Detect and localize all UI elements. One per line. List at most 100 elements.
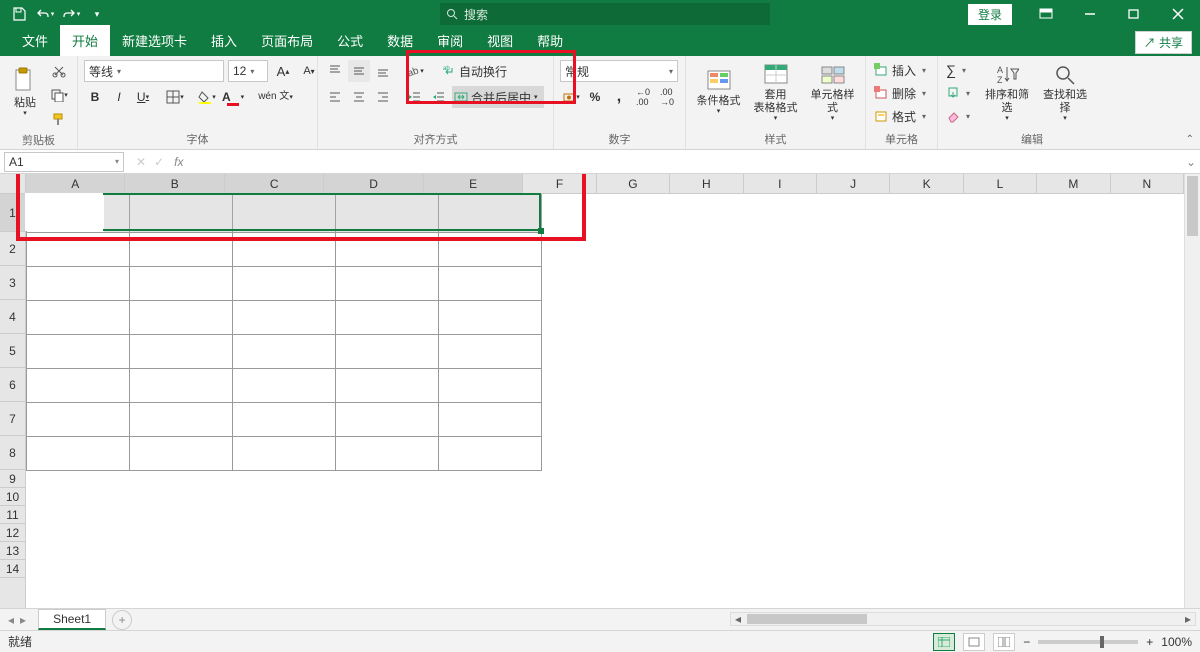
format-as-table-button[interactable]: 套用 表格格式▾ [749, 60, 802, 126]
col-header-I[interactable]: I [744, 174, 817, 193]
cell[interactable] [130, 301, 233, 335]
col-header-H[interactable]: H [670, 174, 743, 193]
row-header-7[interactable]: 7 [0, 402, 25, 436]
qat-customize-icon[interactable]: ▾ [86, 3, 108, 25]
cell[interactable] [439, 301, 542, 335]
align-top-icon[interactable] [324, 60, 346, 82]
search-box[interactable]: 搜索 [440, 3, 770, 25]
add-sheet-button[interactable]: + [112, 610, 132, 630]
underline-button[interactable]: U▾ [132, 86, 154, 108]
cell[interactable] [336, 369, 439, 403]
align-middle-icon[interactable] [348, 60, 370, 82]
tab-file[interactable]: 文件 [10, 25, 60, 56]
col-header-D[interactable]: D [324, 174, 423, 193]
row-header-11[interactable]: 11 [0, 506, 25, 524]
col-header-K[interactable]: K [890, 174, 963, 193]
vertical-scrollbar[interactable] [1184, 174, 1200, 608]
save-icon[interactable] [8, 3, 30, 25]
number-format-combo[interactable]: 常规▾ [560, 60, 678, 82]
login-button[interactable]: 登录 [968, 4, 1012, 25]
view-normal-icon[interactable] [933, 633, 955, 651]
cell[interactable] [439, 335, 542, 369]
tab-review[interactable]: 审阅 [425, 25, 475, 56]
percent-icon[interactable]: % [584, 86, 606, 108]
border-button[interactable]: ▾ [164, 86, 186, 108]
name-box[interactable]: A1▾ [4, 152, 124, 172]
cells-area[interactable] [26, 194, 1184, 608]
redo-icon[interactable]: ▾ [60, 3, 82, 25]
undo-icon[interactable]: ▾ [34, 3, 56, 25]
cut-icon[interactable] [48, 60, 70, 82]
fill-button[interactable]: ▾ [944, 83, 972, 103]
decrease-decimal-icon[interactable]: .00→0 [656, 86, 678, 108]
cell[interactable] [336, 437, 439, 471]
cell[interactable] [27, 233, 130, 267]
cell[interactable] [439, 195, 542, 233]
fill-color-button[interactable]: ▾ [196, 86, 218, 108]
font-color-button[interactable]: A▾ [220, 86, 246, 108]
row-header-1[interactable]: 1 [0, 194, 25, 232]
tab-view[interactable]: 视图 [475, 25, 525, 56]
enter-formula-icon[interactable]: ✓ [154, 155, 164, 169]
format-painter-icon[interactable] [48, 108, 70, 130]
minimize-icon[interactable] [1068, 0, 1112, 28]
cell[interactable] [336, 267, 439, 301]
cell[interactable] [233, 195, 336, 233]
cell[interactable] [439, 437, 542, 471]
view-page-break-icon[interactable] [993, 633, 1015, 651]
share-button[interactable]: ↗ 共享 [1135, 31, 1192, 54]
cell-styles-button[interactable]: 单元格样式▾ [806, 60, 859, 126]
align-left-icon[interactable] [324, 86, 346, 108]
col-header-M[interactable]: M [1037, 174, 1110, 193]
col-header-B[interactable]: B [125, 174, 224, 193]
col-header-G[interactable]: G [597, 174, 670, 193]
cell[interactable] [439, 403, 542, 437]
cell[interactable] [27, 437, 130, 471]
increase-decimal-icon[interactable]: ←0.00 [632, 86, 654, 108]
tab-help[interactable]: 帮助 [525, 25, 575, 56]
cell[interactable] [27, 369, 130, 403]
cell[interactable] [336, 233, 439, 267]
row-headers[interactable]: 1234567891011121314 [0, 194, 26, 608]
col-header-E[interactable]: E [424, 174, 523, 193]
col-header-L[interactable]: L [964, 174, 1037, 193]
row-header-6[interactable]: 6 [0, 368, 25, 402]
cell[interactable] [233, 369, 336, 403]
insert-cells-button[interactable]: 插入▾ [872, 60, 928, 80]
row-header-4[interactable]: 4 [0, 300, 25, 334]
orientation-icon[interactable]: ab▾ [404, 60, 426, 82]
spreadsheet-grid[interactable]: ABCDEFGHIJKLMN 1234567891011121314 [0, 174, 1200, 608]
cell[interactable] [27, 195, 130, 233]
cell[interactable] [233, 437, 336, 471]
cell[interactable] [130, 233, 233, 267]
comma-icon[interactable]: , [608, 86, 630, 108]
col-header-A[interactable]: A [26, 174, 125, 193]
sort-filter-button[interactable]: AZ 排序和筛选▾ [980, 60, 1034, 126]
bold-button[interactable]: B [84, 86, 106, 108]
fx-icon[interactable]: fx [174, 155, 194, 169]
row-header-10[interactable]: 10 [0, 488, 25, 506]
row-header-5[interactable]: 5 [0, 334, 25, 368]
cancel-formula-icon[interactable]: ✕ [136, 155, 146, 169]
decrease-font-icon[interactable]: A▾ [298, 60, 320, 82]
zoom-value[interactable]: 100% [1161, 635, 1192, 649]
font-name-combo[interactable]: 等线▾ [84, 60, 224, 82]
zoom-in-icon[interactable]: + [1146, 635, 1153, 649]
cell[interactable] [336, 403, 439, 437]
cell[interactable] [27, 301, 130, 335]
cell[interactable] [233, 233, 336, 267]
close-icon[interactable] [1156, 0, 1200, 28]
row-header-9[interactable]: 9 [0, 470, 25, 488]
merge-center-button[interactable]: 合并后居中 ▾ [452, 86, 544, 108]
row-header-8[interactable]: 8 [0, 436, 25, 470]
row-header-12[interactable]: 12 [0, 524, 25, 542]
cell[interactable] [130, 369, 233, 403]
italic-button[interactable]: I [108, 86, 130, 108]
cell[interactable] [130, 267, 233, 301]
cell[interactable] [233, 267, 336, 301]
scroll-thumb[interactable] [1187, 176, 1198, 236]
font-size-combo[interactable]: 12▾ [228, 60, 268, 82]
row-header-14[interactable]: 14 [0, 560, 25, 578]
select-all-corner[interactable] [0, 174, 26, 194]
clear-button[interactable]: ▾ [944, 106, 972, 126]
